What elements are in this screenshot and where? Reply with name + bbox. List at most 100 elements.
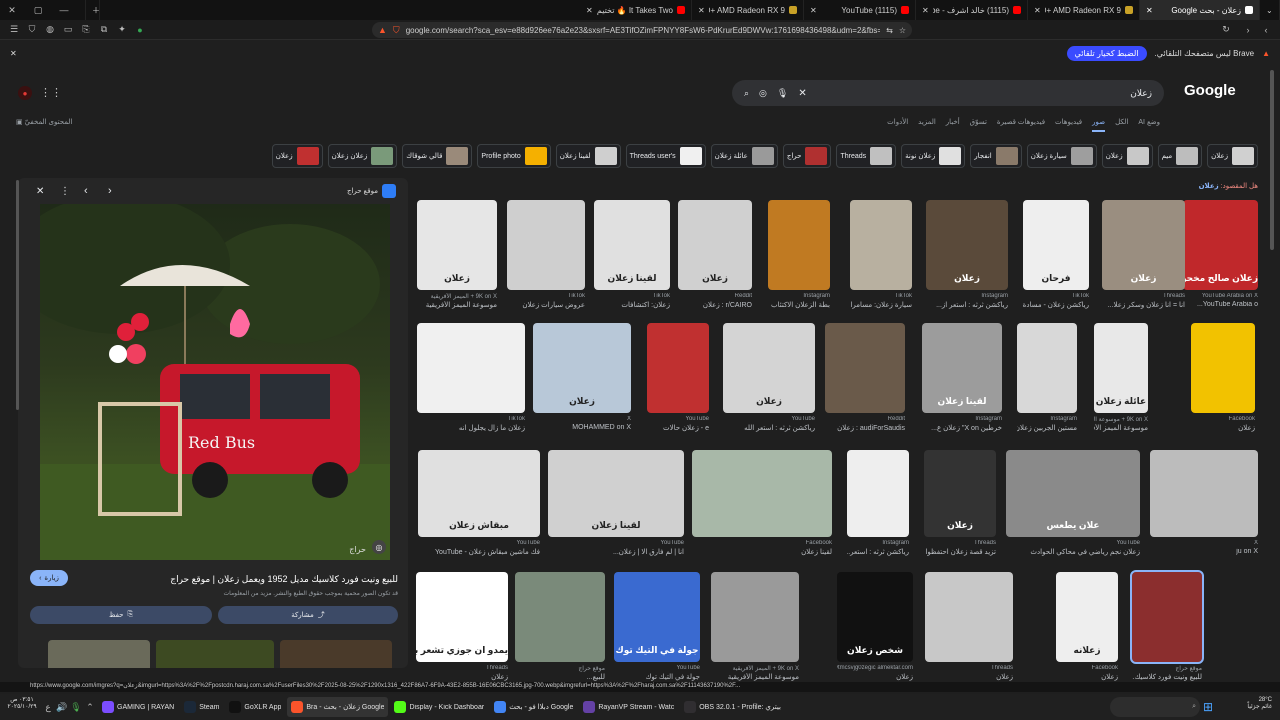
result-image[interactable] bbox=[825, 323, 905, 413]
start-icon[interactable]: ⊞ bbox=[1202, 700, 1214, 714]
mic-icon[interactable]: 🎙 bbox=[70, 701, 82, 713]
tab-close-icon[interactable]: ✕ bbox=[1034, 6, 1041, 15]
safesearch-label[interactable]: ▣ المحتوى المخفيّ bbox=[16, 118, 72, 126]
new-tab-button[interactable]: ＋ bbox=[86, 0, 100, 20]
result-source[interactable]: موقع حراج bbox=[1132, 665, 1202, 672]
result-source[interactable]: Instagram bbox=[926, 293, 1008, 299]
search-tab[interactable]: فيديوهات bbox=[1055, 118, 1082, 132]
result-image[interactable] bbox=[847, 450, 909, 537]
result-image[interactable] bbox=[850, 200, 912, 290]
result-caption[interactable]: تزيد قصة زعلان احتفظوا انا ما عندك... bbox=[924, 548, 996, 556]
browser-tab[interactable]: Sapphire NITRO+ AMD Radeon RX 9 ✕ bbox=[692, 0, 804, 20]
result-image[interactable] bbox=[1150, 450, 1258, 537]
extension-icon[interactable]: ⧉ bbox=[98, 24, 110, 36]
search-box[interactable]: زعلان ✕ 🎙 ◎ ⌕ bbox=[732, 80, 1164, 106]
panel-site-name[interactable]: موقع حراج bbox=[310, 187, 378, 195]
result-source[interactable]: YouTube bbox=[548, 540, 684, 546]
result-caption[interactable]: خرطين X on" زعلان ع... bbox=[922, 424, 1002, 432]
taskbar-app[interactable]: Steam bbox=[180, 697, 223, 717]
leo-icon[interactable]: ✦ bbox=[116, 24, 128, 36]
result-image[interactable]: فرحان bbox=[1023, 200, 1089, 290]
related-chip[interactable]: ميم bbox=[1157, 144, 1203, 168]
weather-widget[interactable]: 28°C غائم جزئياً bbox=[1216, 697, 1276, 717]
result-image[interactable] bbox=[768, 200, 830, 290]
result-source[interactable]: 9K on X + موسوعة الميمز bbox=[1094, 416, 1148, 423]
result-caption[interactable]: MOHAMMED on X bbox=[533, 424, 631, 431]
search-tab[interactable]: وضع AI bbox=[1138, 118, 1160, 132]
result-caption[interactable]: ريأكشن ثرثه : استعر از... bbox=[926, 301, 1008, 309]
volume-icon[interactable]: 🔊 bbox=[56, 701, 68, 713]
result-source[interactable]: Reddit bbox=[678, 293, 752, 299]
taskbar-app[interactable]: RayanVP Stream - Watc bbox=[579, 697, 678, 717]
result-image[interactable]: مبقاش زعلان bbox=[418, 450, 540, 537]
result-image[interactable]: زعلان bbox=[924, 450, 996, 537]
result-caption[interactable]: audiForSaudis : زعلان bbox=[825, 424, 905, 432]
bookmark-star-icon[interactable]: ☆ bbox=[899, 26, 906, 35]
taskbar-app[interactable]: Display - Kick Dashboar bbox=[390, 697, 488, 717]
result-source[interactable]: Instagram bbox=[768, 293, 830, 299]
result-source[interactable]: YouTube bbox=[418, 540, 540, 546]
related-thumb[interactable] bbox=[156, 640, 274, 668]
result-image[interactable]: لقينا زعلان bbox=[594, 200, 670, 290]
result-image[interactable]: زعلان bbox=[678, 200, 752, 290]
result-caption[interactable]: زعلان نجم رياضي في محاكي الحوادث bbox=[1006, 548, 1140, 556]
result-caption[interactable]: زعلان bbox=[837, 673, 913, 681]
result-caption[interactable]: زعلان bbox=[925, 673, 1013, 681]
related-chip[interactable]: زعلان bbox=[271, 144, 323, 168]
result-caption[interactable]: ريأكشن ثرثه : استعر الله bbox=[723, 424, 815, 432]
language-icon[interactable]: ع bbox=[42, 701, 54, 713]
result-caption[interactable]: r/CAIRO : زعلان bbox=[678, 301, 752, 309]
forward-icon[interactable]: › bbox=[1242, 24, 1254, 36]
shield-icon[interactable]: ⛉ bbox=[26, 24, 38, 36]
tab-close-icon[interactable]: ✕ bbox=[586, 6, 593, 15]
result-caption[interactable]: زعلان bbox=[1056, 673, 1118, 681]
taskbar-app[interactable]: OBS 32.0.1 - Profile: بيتري bbox=[680, 697, 785, 717]
result-caption[interactable]: e - زعلان حالات bbox=[647, 424, 709, 432]
result-image[interactable] bbox=[692, 450, 832, 537]
related-chip[interactable]: سيارة زعلان bbox=[1026, 144, 1097, 168]
apps-grid-icon[interactable]: ⋮⋮ bbox=[40, 86, 62, 99]
result-caption[interactable]: سيارة زعلان: مسامرات bbox=[850, 301, 912, 309]
result-image[interactable]: زعلانه bbox=[1056, 572, 1118, 662]
taskbar-app[interactable]: Bra - زعلان - بحث Google bbox=[287, 697, 389, 717]
more-options-icon[interactable]: ⋮ bbox=[60, 186, 70, 197]
result-caption[interactable]: بطة الزعلان الاكتئاب bbox=[768, 301, 830, 309]
share-button[interactable]: ⤴ مشاركة bbox=[218, 606, 398, 624]
clear-search-icon[interactable]: ✕ bbox=[798, 88, 806, 99]
infobar-close-icon[interactable]: ✕ bbox=[10, 49, 17, 58]
tab-close-icon[interactable]: ✕ bbox=[810, 6, 817, 15]
result-source[interactable]: YouTube bbox=[614, 665, 700, 671]
result-source[interactable]: Instagram bbox=[847, 540, 909, 546]
result-source[interactable]: 9K on X + الميمز الأفريقية bbox=[417, 293, 497, 300]
tab-search-icon[interactable]: ⌄ bbox=[1260, 0, 1280, 20]
related-chip[interactable]: Threads user's bbox=[625, 144, 706, 168]
result-source[interactable]: YouTube bbox=[1006, 540, 1140, 546]
result-source[interactable]: TikTok bbox=[507, 293, 585, 299]
next-image-icon[interactable]: › bbox=[108, 185, 112, 197]
clock[interactable]: ٠٣:٥١ ص ٢٠٢٥/١٠/٢٩ bbox=[4, 697, 40, 717]
search-tab[interactable]: الكل bbox=[1115, 118, 1128, 132]
result-caption[interactable]: ريأكشن ثرثه : استعر... bbox=[847, 548, 909, 556]
related-chip[interactable]: انفجار bbox=[970, 144, 1022, 168]
sidebar-icon[interactable]: ▭ bbox=[62, 24, 74, 36]
result-caption[interactable]: موسوعة الميمز الأفريقية bbox=[1094, 424, 1148, 432]
extension-green-icon[interactable]: ● bbox=[134, 24, 146, 36]
result-caption[interactable]: للبيع... bbox=[515, 673, 605, 681]
result-caption[interactable]: جولة في التيك توك bbox=[614, 673, 700, 681]
browser-tab[interactable]: (1115) خالد اشرف - YouTube ✕ bbox=[916, 0, 1028, 20]
result-image[interactable]: عائلة زعلان bbox=[1094, 323, 1148, 413]
did-you-mean-link[interactable]: زعلان bbox=[1199, 183, 1219, 190]
voice-search-icon[interactable]: 🎙 bbox=[777, 88, 788, 99]
search-tab[interactable]: تسوّق bbox=[970, 118, 987, 132]
result-source[interactable]: Facebook bbox=[1191, 416, 1255, 422]
browser-tab[interactable]: زعلان - بحث Google ✕ bbox=[1140, 0, 1260, 20]
visit-button[interactable]: زيارة › bbox=[30, 570, 68, 586]
result-source[interactable]: Instagram bbox=[1017, 416, 1077, 422]
result-source[interactable]: Facebook bbox=[692, 540, 832, 546]
close-panel-icon[interactable]: ✕ bbox=[36, 186, 44, 197]
address-bar[interactable]: ▲ ⛉ google.com/search?sca_esv=e88d926ee7… bbox=[372, 22, 912, 38]
result-source[interactable]: TikTok bbox=[417, 416, 525, 422]
bookmark-icon[interactable]: ⎘ bbox=[80, 24, 92, 36]
related-chip[interactable]: زعلان زعلان bbox=[327, 144, 398, 168]
result-image[interactable]: لقينا زعلان bbox=[548, 450, 684, 537]
